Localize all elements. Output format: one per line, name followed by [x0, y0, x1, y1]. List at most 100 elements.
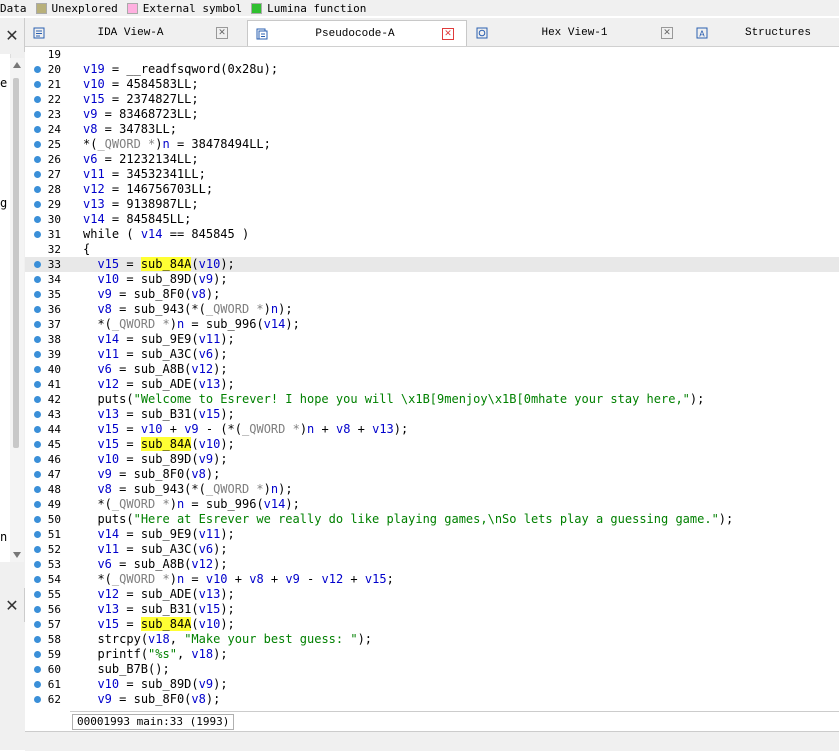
breakpoint-marker-icon[interactable]: [34, 171, 41, 178]
breakpoint-marker-icon[interactable]: [34, 666, 41, 673]
breakpoint-marker-icon[interactable]: [34, 606, 41, 613]
pseudocode-view[interactable]: 19 20 v19 = __readfsqword(0x28u); 21 v10 = 4…: [25, 47, 839, 711]
code-line[interactable]: 50 puts("Here at Esrever we really do li…: [25, 512, 839, 527]
code-line[interactable]: 40 v6 = sub_A8B(v12);: [25, 362, 839, 377]
breakpoint-marker-icon[interactable]: [34, 561, 41, 568]
code-line[interactable]: 43 v13 = sub_B31(v15);: [25, 407, 839, 422]
code-line[interactable]: 55 v12 = sub_ADE(v13);: [25, 587, 839, 602]
breakpoint-marker-icon[interactable]: [34, 156, 41, 163]
breakpoint-marker-icon[interactable]: [34, 216, 41, 223]
scroll-up-icon[interactable]: [13, 62, 21, 68]
code-line[interactable]: 51 v14 = sub_9E9(v11);: [25, 527, 839, 542]
breakpoint-marker-icon[interactable]: [34, 81, 41, 88]
tab-close-icon[interactable]: ✕: [661, 26, 673, 39]
breakpoint-marker-icon[interactable]: [34, 696, 41, 703]
breakpoint-marker-icon[interactable]: [34, 636, 41, 643]
code-line[interactable]: 27 v11 = 34532341LL;: [25, 167, 839, 182]
code-line[interactable]: 54 *(_QWORD *)n = v10 + v8 + v9 - v12 + …: [25, 572, 839, 587]
breakpoint-marker-icon[interactable]: [34, 351, 41, 358]
code-line[interactable]: 42 puts("Welcome to Esrever! I hope you …: [25, 392, 839, 407]
code-line[interactable]: 60 sub_B7B();: [25, 662, 839, 677]
breakpoint-marker-icon[interactable]: [34, 681, 41, 688]
scroll-down-icon[interactable]: [13, 552, 21, 558]
code-line[interactable]: 23 v9 = 83468723LL;: [25, 107, 839, 122]
breakpoint-marker-icon[interactable]: [34, 366, 41, 373]
code-line[interactable]: 35 v9 = sub_8F0(v8);: [25, 287, 839, 302]
tab-ida-view-a[interactable]: IDA View-A ✕: [25, 20, 240, 45]
code-line[interactable]: 38 v14 = sub_9E9(v11);: [25, 332, 839, 347]
tab-close-icon[interactable]: ✕: [216, 26, 228, 39]
breakpoint-marker-icon[interactable]: [34, 456, 41, 463]
code-line[interactable]: 34 v10 = sub_89D(v9);: [25, 272, 839, 287]
code-line[interactable]: 20 v19 = __readfsqword(0x28u);: [25, 62, 839, 77]
code-line[interactable]: 37 *(_QWORD *)n = sub_996(v14);: [25, 317, 839, 332]
breakpoint-marker-icon[interactable]: [34, 336, 41, 343]
code-line[interactable]: 45 v15 = sub_84A(v10);: [25, 437, 839, 452]
code-line[interactable]: 32 {: [25, 242, 839, 257]
code-line[interactable]: 41 v12 = sub_ADE(v13);: [25, 377, 839, 392]
breakpoint-marker-icon[interactable]: [34, 396, 41, 403]
code-line[interactable]: 31 while ( v14 == 845845 ): [25, 227, 839, 242]
code-line[interactable]: 44 v15 = v10 + v9 - (*(_QWORD *)n + v8 +…: [25, 422, 839, 437]
code-line[interactable]: 28 v12 = 146756703LL;: [25, 182, 839, 197]
code-line[interactable]: 19: [25, 47, 839, 62]
code-line[interactable]: 33 v15 = sub_84A(v10);: [25, 257, 839, 272]
breakpoint-marker-icon[interactable]: [34, 426, 41, 433]
breakpoint-marker-icon[interactable]: [34, 111, 41, 118]
breakpoint-marker-icon[interactable]: [34, 546, 41, 553]
code-line[interactable]: 58 strcpy(v18, "Make your best guess: ")…: [25, 632, 839, 647]
left-pane-scrollbar[interactable]: [10, 58, 24, 562]
code-line[interactable]: 21 v10 = 4584583LL;: [25, 77, 839, 92]
code-line[interactable]: 26 v6 = 21232134LL;: [25, 152, 839, 167]
breakpoint-marker-icon[interactable]: [34, 126, 41, 133]
code-line[interactable]: 29 v13 = 9138987LL;: [25, 197, 839, 212]
code-line[interactable]: 53 v6 = sub_A8B(v12);: [25, 557, 839, 572]
code-line[interactable]: 22 v15 = 2374827LL;: [25, 92, 839, 107]
tab-close-icon[interactable]: ✕: [442, 27, 454, 40]
breakpoint-marker-icon[interactable]: [34, 201, 41, 208]
breakpoint-marker-icon[interactable]: [34, 591, 41, 598]
breakpoint-marker-icon[interactable]: [34, 651, 41, 658]
tab-structures[interactable]: A Structures: [688, 20, 839, 45]
code-line[interactable]: 24 v8 = 34783LL;: [25, 122, 839, 137]
breakpoint-marker-icon[interactable]: [34, 501, 41, 508]
code-line[interactable]: 47 v9 = sub_8F0(v8);: [25, 467, 839, 482]
breakpoint-marker-icon[interactable]: [34, 231, 41, 238]
tab-hex-view-1[interactable]: Hex View-1 ✕: [468, 20, 685, 45]
code-line[interactable]: 52 v11 = sub_A3C(v6);: [25, 542, 839, 557]
left-pane-close-icon[interactable]: ✕: [0, 18, 25, 52]
code-line[interactable]: 56 v13 = sub_B31(v15);: [25, 602, 839, 617]
breakpoint-marker-icon[interactable]: [34, 516, 41, 523]
code-line[interactable]: 25 *(_QWORD *)n = 38478494LL;: [25, 137, 839, 152]
code-line[interactable]: 48 v8 = sub_943(*(_QWORD *)n);: [25, 482, 839, 497]
breakpoint-marker-icon[interactable]: [34, 531, 41, 538]
breakpoint-marker-icon[interactable]: [34, 621, 41, 628]
code-line[interactable]: 46 v10 = sub_89D(v9);: [25, 452, 839, 467]
code-line[interactable]: 62 v9 = sub_8F0(v8);: [25, 692, 839, 707]
code-line[interactable]: 30 v14 = 845845LL;: [25, 212, 839, 227]
scrollbar-thumb[interactable]: [13, 78, 19, 448]
breakpoint-marker-icon[interactable]: [34, 441, 41, 448]
breakpoint-marker-icon[interactable]: [34, 411, 41, 418]
tab-pseudocode-a[interactable]: Pseudocode-A ✕: [247, 20, 467, 46]
code-line[interactable]: 39 v11 = sub_A3C(v6);: [25, 347, 839, 362]
breakpoint-marker-icon[interactable]: [34, 471, 41, 478]
code-line[interactable]: 61 v10 = sub_89D(v9);: [25, 677, 839, 692]
breakpoint-marker-icon[interactable]: [34, 321, 41, 328]
breakpoint-marker-icon[interactable]: [34, 276, 41, 283]
code-line[interactable]: 36 v8 = sub_943(*(_QWORD *)n);: [25, 302, 839, 317]
breakpoint-marker-icon[interactable]: [34, 291, 41, 298]
breakpoint-marker-icon[interactable]: [34, 96, 41, 103]
breakpoint-marker-icon[interactable]: [34, 381, 41, 388]
breakpoint-marker-icon[interactable]: [34, 306, 41, 313]
code-line[interactable]: 57 v15 = sub_84A(v10);: [25, 617, 839, 632]
breakpoint-marker-icon[interactable]: [34, 141, 41, 148]
breakpoint-marker-icon[interactable]: [34, 576, 41, 583]
breakpoint-marker-icon[interactable]: [34, 261, 41, 268]
code-line[interactable]: 49 *(_QWORD *)n = sub_996(v14);: [25, 497, 839, 512]
breakpoint-marker-icon[interactable]: [34, 66, 41, 73]
left-lower-close-icon[interactable]: ✕: [0, 588, 25, 622]
breakpoint-marker-icon[interactable]: [34, 186, 41, 193]
breakpoint-marker-icon[interactable]: [34, 486, 41, 493]
code-line[interactable]: 59 printf("%s", v18);: [25, 647, 839, 662]
